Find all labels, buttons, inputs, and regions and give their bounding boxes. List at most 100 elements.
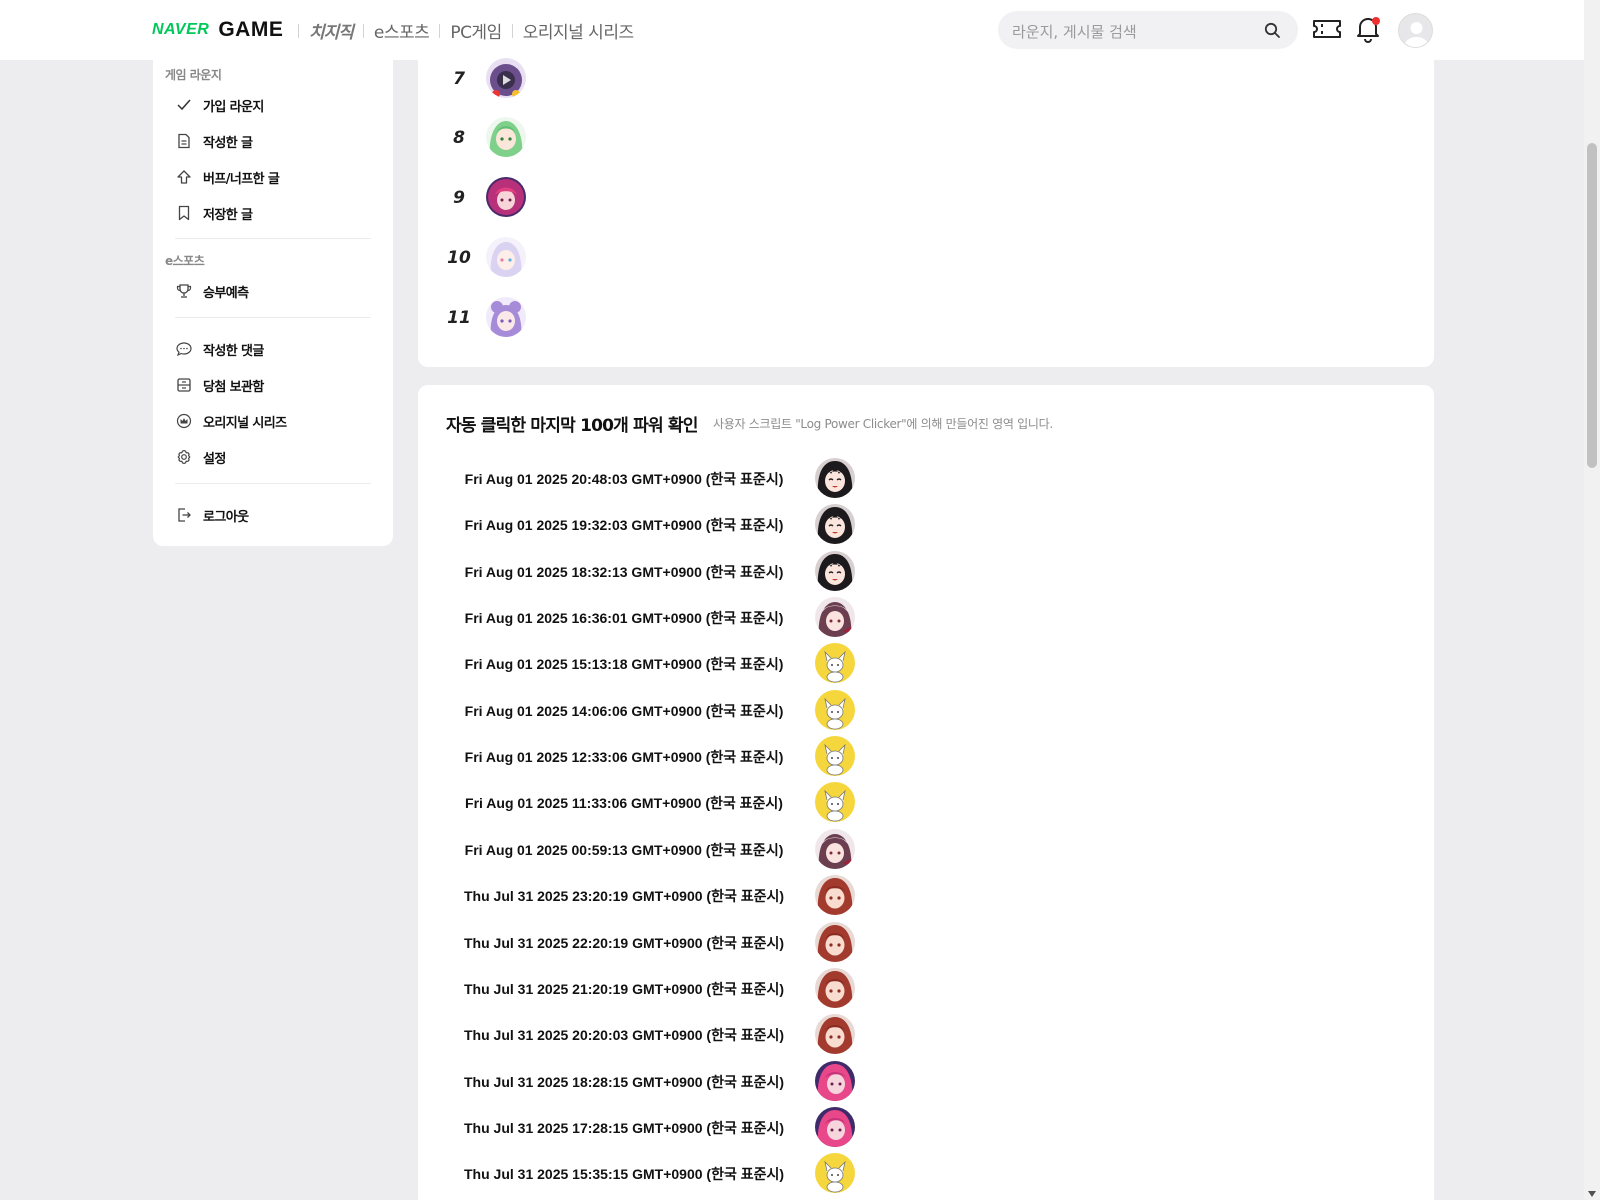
rank-number: 11 — [447, 308, 471, 328]
sidebar-item-label: 오리지널 시리즈 — [203, 415, 287, 431]
sidebar-item-label: 버프/너프한 글 — [203, 171, 280, 187]
document-icon — [175, 132, 193, 150]
streamer-avatar[interactable] — [815, 1153, 855, 1193]
check-icon — [175, 96, 193, 114]
scroll-down-arrow-icon[interactable] — [1588, 1191, 1596, 1197]
ranking-avatar[interactable] — [486, 117, 526, 157]
section-title-lounge: 게임 라운지 — [165, 68, 222, 82]
power-log-title: 자동 클릭한 마지막 100개 파워 확인 — [446, 416, 698, 436]
power-log-timestamp: Fri Aug 01 2025 12:33:06 GMT+0900 (한국 표준… — [464, 749, 784, 765]
naver-game-logo[interactable]: NAVER GAME — [152, 18, 283, 42]
bookmark-icon — [175, 204, 193, 222]
sidebar-divider — [175, 238, 371, 239]
ranking-avatar[interactable] — [486, 297, 526, 337]
sidebar-item-prize-box[interactable]: 당첨 보관함 — [175, 374, 264, 396]
power-log-timestamp: Fri Aug 01 2025 14:06:06 GMT+0900 (한국 표준… — [464, 703, 784, 719]
sidebar-item-label: 가입 라운지 — [203, 99, 264, 115]
notification-dot — [1372, 17, 1380, 25]
power-log-timestamp: Thu Jul 31 2025 22:20:19 GMT+0900 (한국 표준… — [464, 935, 785, 951]
streamer-avatar[interactable] — [815, 968, 855, 1008]
sidebar-item-prediction[interactable]: 승부예측 — [175, 280, 249, 302]
power-log-timestamp: Thu Jul 31 2025 18:28:15 GMT+0900 (한국 표준… — [464, 1074, 785, 1090]
logo-game: GAME — [218, 18, 284, 41]
streamer-avatar[interactable] — [815, 782, 855, 822]
ranking-avatar[interactable] — [486, 58, 526, 98]
archive-icon — [175, 376, 193, 394]
sidebar-item-label: 당첨 보관함 — [203, 379, 264, 395]
sidebar-item-label: 로그아웃 — [203, 509, 249, 525]
streamer-avatar[interactable] — [815, 736, 855, 776]
rank-number: 10 — [447, 248, 471, 268]
nav-pc-game[interactable]: PC게임 — [450, 18, 502, 43]
sidebar-item-label: 저장한 글 — [203, 207, 253, 223]
power-log-timestamp: Fri Aug 01 2025 20:48:03 GMT+0900 (한국 표준… — [464, 471, 784, 487]
power-log-timestamp: Thu Jul 31 2025 23:20:19 GMT+0900 (한국 표준… — [464, 888, 785, 904]
streamer-avatar[interactable] — [815, 829, 855, 869]
search-placeholder: 라운지, 게시물 검색 — [1012, 23, 1137, 41]
scrollbar-thumb[interactable] — [1587, 143, 1597, 468]
ranking-card: 7 8 9 10 11 — [418, 58, 1434, 367]
power-log-card: 자동 클릭한 마지막 100개 파워 확인 사용자 스크립트 "Log Powe… — [418, 385, 1434, 1200]
logout-icon — [175, 506, 193, 524]
power-log-timestamp: Fri Aug 01 2025 00:59:13 GMT+0900 (한국 표준… — [464, 842, 784, 858]
top-header: NAVER GAME 치지직 e스포츠 PC게임 오리지널 시리즈 라운지, 게… — [0, 0, 1584, 60]
streamer-avatar[interactable] — [815, 504, 855, 544]
power-log-timestamp: Fri Aug 01 2025 16:36:01 GMT+0900 (한국 표준… — [464, 610, 784, 626]
power-log-timestamp: Thu Jul 31 2025 17:28:15 GMT+0900 (한국 표준… — [464, 1120, 785, 1136]
sidebar-item-logout[interactable]: 로그아웃 — [175, 504, 249, 526]
sidebar-item-saved-posts[interactable]: 저장한 글 — [175, 202, 253, 224]
power-log-timestamp: Fri Aug 01 2025 11:33:06 GMT+0900 (한국 표준… — [465, 795, 783, 811]
nav-esports[interactable]: e스포츠 — [374, 18, 430, 43]
search-input[interactable]: 라운지, 게시물 검색 — [998, 11, 1298, 49]
rank-number: 7 — [453, 69, 465, 89]
streamer-avatar[interactable] — [815, 597, 855, 637]
power-log-timestamp: Fri Aug 01 2025 15:13:18 GMT+0900 (한국 표준… — [464, 656, 784, 672]
nav-chzzk[interactable]: 치지직 — [309, 18, 354, 43]
streamer-avatar[interactable] — [815, 690, 855, 730]
sidebar-item-label: 작성한 댓글 — [203, 343, 264, 359]
page-scrollbar[interactable] — [1584, 0, 1600, 1200]
sidebar-item-buff-nerf-posts[interactable]: 버프/너프한 글 — [175, 166, 280, 188]
power-log-timestamp: Thu Jul 31 2025 21:20:19 GMT+0900 (한국 표준… — [464, 981, 785, 997]
rank-number: 9 — [453, 188, 465, 208]
streamer-avatar[interactable] — [815, 1061, 855, 1101]
gear-icon — [175, 448, 193, 466]
streamer-avatar[interactable] — [815, 922, 855, 962]
nav-original-series[interactable]: 오리지널 시리즈 — [523, 18, 634, 43]
ranking-avatar[interactable] — [486, 237, 526, 277]
sidebar-item-my-comments[interactable]: 작성한 댓글 — [175, 338, 264, 360]
streamer-avatar[interactable] — [815, 551, 855, 591]
power-log-timestamp: Thu Jul 31 2025 20:20:03 GMT+0900 (한국 표준… — [464, 1027, 785, 1043]
streamer-avatar[interactable] — [815, 458, 855, 498]
search-icon[interactable] — [1264, 22, 1281, 43]
streamer-avatar[interactable] — [815, 643, 855, 683]
trophy-icon — [175, 282, 193, 300]
sidebar-item-label: 승부예측 — [203, 285, 249, 301]
sidebar: 게임 라운지 가입 라운지 작성한 글 버프/너프한 글 저장한 글 e스포츠 … — [153, 60, 393, 546]
streamer-avatar[interactable] — [815, 875, 855, 915]
sidebar-item-settings[interactable]: 설정 — [175, 446, 226, 468]
power-log-subtitle: 사용자 스크립트 "Log Power Clicker"에 의해 만들어진 영역… — [713, 417, 1053, 431]
section-title-esports: e스포츠 — [165, 254, 205, 268]
arrow-up-icon — [175, 168, 193, 186]
sidebar-item-my-posts[interactable]: 작성한 글 — [175, 130, 253, 152]
sidebar-divider — [175, 483, 371, 484]
logo-naver: NAVER — [152, 21, 210, 38]
crown-icon — [175, 412, 193, 430]
profile-avatar[interactable] — [1398, 13, 1433, 48]
streamer-avatar[interactable] — [815, 1107, 855, 1147]
nav-divider — [362, 23, 364, 38]
streamer-avatar[interactable] — [815, 1014, 855, 1054]
power-log-timestamp: Fri Aug 01 2025 19:32:03 GMT+0900 (한국 표준… — [464, 517, 784, 533]
ticket-icon[interactable] — [1312, 16, 1342, 46]
ranking-avatar[interactable] — [486, 177, 526, 217]
nav-divider — [439, 23, 441, 38]
sidebar-item-label: 작성한 글 — [203, 135, 253, 151]
nav-divider — [511, 23, 513, 38]
sidebar-item-original-series[interactable]: 오리지널 시리즈 — [175, 410, 287, 432]
main-nav: 치지직 e스포츠 PC게임 오리지널 시리즈 — [288, 18, 634, 43]
sidebar-divider — [175, 317, 371, 318]
power-log-timestamp: Thu Jul 31 2025 15:35:15 GMT+0900 (한국 표준… — [464, 1166, 785, 1182]
sidebar-item-joined-lounge[interactable]: 가입 라운지 — [175, 94, 264, 116]
comment-icon — [175, 340, 193, 358]
